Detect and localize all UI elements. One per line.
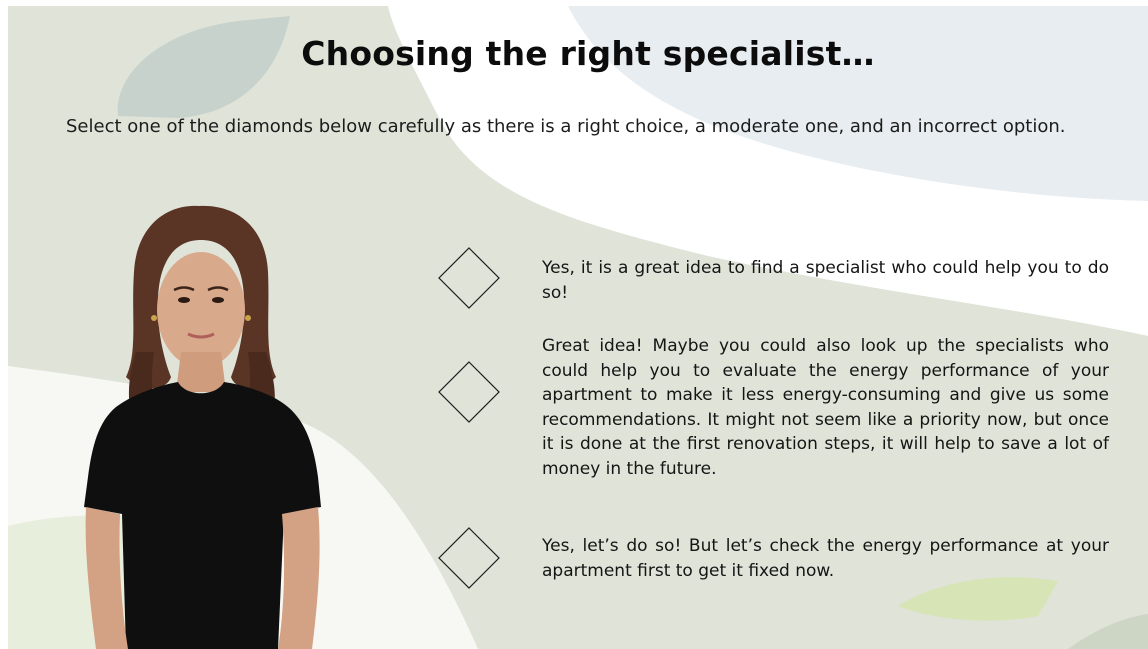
choice-3-diamond-button[interactable] (437, 526, 501, 590)
choice-3-text: Yes, let’s do so! But let’s check the en… (542, 536, 1109, 581)
choice-1-text: Yes, it is a great idea to find a specia… (542, 258, 1109, 303)
presenter-arm-right (278, 507, 320, 649)
presenter-earring-left (151, 315, 157, 321)
choice-2-text: Great idea! Maybe you could also look up… (542, 336, 1109, 479)
choice-1-diamond-button[interactable] (437, 246, 501, 310)
diamond-icon (438, 247, 500, 309)
diamond-icon (438, 361, 500, 423)
presenter-neck (176, 352, 226, 392)
instruction-text: Select one of the diamonds below careful… (66, 116, 1066, 137)
presenter-eye-left (178, 297, 190, 303)
diamond-icon (438, 527, 500, 589)
presenter-arm-left (85, 507, 128, 649)
presenter-eye-right (212, 297, 224, 303)
slide-title: Choosing the right specialist… (301, 34, 875, 73)
presenter-avatar (84, 205, 321, 649)
presenter-face (157, 252, 245, 368)
choice-2-diamond-button[interactable] (437, 360, 501, 424)
presenter-earring-right (245, 315, 251, 321)
slide: Choosing the right specialist… Select on… (8, 6, 1148, 649)
